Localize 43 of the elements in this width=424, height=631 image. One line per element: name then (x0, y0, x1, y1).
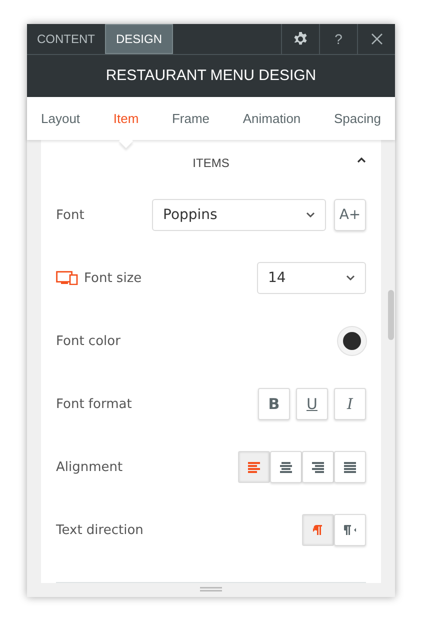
underline-button[interactable]: U (296, 388, 328, 420)
align-justify-button[interactable] (334, 451, 366, 484)
align-left-icon (248, 462, 260, 473)
row-label: Text direction (56, 522, 144, 538)
top-tab[interactable]: DESIGN (105, 24, 174, 54)
resize-handle-icon[interactable] (200, 587, 222, 592)
settings-icon (293, 32, 308, 46)
row-label: Font color (56, 334, 120, 349)
help-button[interactable]: ? (319, 24, 357, 54)
rtl-button[interactable] (334, 514, 366, 546)
top-tab[interactable]: CONTENT (27, 24, 105, 54)
row-label: Font (56, 208, 84, 223)
align-left-button[interactable] (238, 451, 270, 484)
color-swatch[interactable] (338, 327, 366, 356)
row-label: Alignment (56, 460, 123, 475)
align-center-icon (280, 462, 292, 473)
font-dropdown[interactable]: Poppins (152, 199, 326, 232)
add-font-button[interactable]: A+ (334, 199, 366, 232)
panel-title: RESTAURANT MENU DESIGN (106, 67, 316, 84)
scrollbar-thumb[interactable] (388, 290, 394, 340)
rtl-paragraph-icon (344, 524, 356, 536)
sub-tab[interactable]: Spacing (334, 96, 381, 140)
align-justify-icon (344, 462, 356, 473)
chevron-down-icon (306, 212, 315, 218)
sub-tab[interactable]: Animation (242, 96, 301, 140)
sub-tab[interactable]: Frame (172, 96, 210, 140)
italic-button[interactable]: I (334, 388, 366, 420)
caret-up-icon[interactable] (357, 156, 366, 163)
devices-icon (56, 271, 78, 286)
font-size-dropdown[interactable]: 14 (257, 262, 366, 294)
bold-button[interactable]: B (258, 388, 290, 420)
row-label: Font format (56, 396, 132, 412)
sub-tab[interactable]: Layout (41, 96, 80, 140)
chevron-down-icon (346, 275, 355, 282)
ltr-button[interactable] (302, 514, 334, 546)
sub-tab[interactable]: Item (113, 96, 139, 140)
align-right-button[interactable] (302, 451, 334, 484)
close-icon (370, 33, 382, 45)
ltr-paragraph-icon (312, 524, 324, 536)
section-title: ITEMS (192, 156, 230, 170)
align-center-button[interactable] (270, 451, 302, 484)
align-right-icon (312, 462, 324, 473)
row-label: Font size (84, 270, 142, 286)
